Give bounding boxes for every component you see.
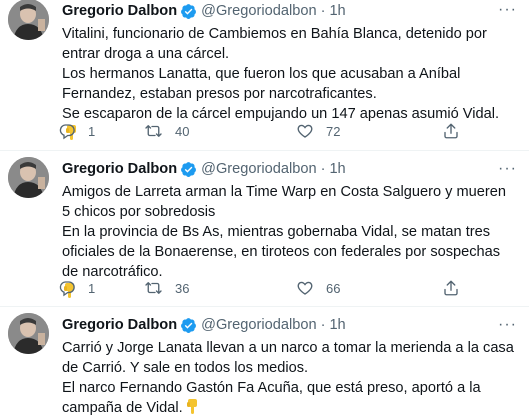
more-options-icon[interactable]: ··· (498, 2, 517, 18)
like-button[interactable]: 66 (296, 279, 442, 297)
share-button[interactable] (442, 279, 462, 297)
author-handle[interactable]: @Gregoriodalbon (201, 1, 316, 21)
author-name[interactable]: Gregorio Dalbon (62, 159, 177, 179)
more-options-icon[interactable]: ··· (498, 161, 517, 177)
author-name[interactable]: Gregorio Dalbon (62, 315, 177, 335)
verified-badge-icon (180, 161, 197, 178)
retweet-count: 40 (175, 123, 190, 139)
heart-icon (297, 281, 313, 295)
share-icon (444, 123, 458, 139)
tweet[interactable]: Gregorio Dalbon @Gregoriodalbon · 1h ···… (0, 307, 529, 420)
tweet[interactable]: Gregorio Dalbon @Gregoriodalbon · 1h ···… (0, 151, 529, 307)
author-handle[interactable]: @Gregoriodalbon (201, 159, 316, 179)
reply-button[interactable]: 1 (58, 279, 144, 297)
verified-badge-icon (180, 317, 197, 334)
retweet-icon (145, 125, 162, 137)
timeline-feed: Gregorio Dalbon @Gregoriodalbon · 1h ···… (0, 0, 529, 420)
retweet-button[interactable]: 40 (144, 122, 296, 140)
timestamp[interactable]: 1h (329, 315, 345, 335)
tweet-line-text: El narco Fernando Gastón Fa Acuña, que e… (62, 380, 481, 416)
verified-badge-icon (180, 3, 197, 20)
author-handle[interactable]: @Gregoriodalbon (201, 315, 316, 335)
share-button[interactable] (442, 122, 462, 140)
tweet-header: Gregorio Dalbon @Gregoriodalbon · 1h (62, 315, 517, 335)
reply-count: 1 (88, 280, 96, 296)
backhand-index-pointing-down-emoji-icon (185, 398, 201, 420)
retweet-count: 36 (175, 280, 190, 296)
tweet-text: Carrió y Jorge Lanata llevan a un narco … (62, 338, 517, 420)
timestamp[interactable]: 1h (329, 1, 345, 21)
tweet-line: Carrió y Jorge Lanata llevan a un narco … (62, 340, 514, 376)
author-name[interactable]: Gregorio Dalbon (62, 1, 177, 21)
tweet-line: En la provincia de Bs As, mientras gober… (62, 224, 501, 280)
avatar[interactable] (8, 313, 49, 354)
retweet-icon (145, 282, 162, 294)
reply-button[interactable]: 1 (58, 122, 144, 140)
tweet-line: Amigos de Larreta arman la Time Warp en … (62, 184, 506, 220)
separator-dot: · (320, 317, 326, 333)
separator-dot: · (320, 3, 326, 19)
more-options-icon[interactable]: ··· (498, 317, 517, 333)
avatar[interactable] (8, 157, 49, 198)
tweet-line: Vitalini, funcionario de Cambiemos en Ba… (62, 26, 487, 62)
tweet-line: Los hermanos Lanatta, que fueron los que… (62, 66, 461, 102)
reply-icon (59, 281, 75, 297)
tweet[interactable]: Gregorio Dalbon @Gregoriodalbon · 1h ···… (0, 0, 529, 151)
tweet-header: Gregorio Dalbon @Gregoriodalbon · 1h (62, 1, 517, 21)
tweet-line-text: Se escaparon de la cárcel empujando un 1… (62, 106, 500, 122)
tweet-actions: 1 36 66 (58, 279, 462, 297)
retweet-button[interactable]: 36 (144, 279, 296, 297)
tweet-actions: 1 40 72 (58, 122, 462, 140)
timestamp[interactable]: 1h (329, 159, 345, 179)
separator-dot: · (320, 161, 326, 177)
tweet-header: Gregorio Dalbon @Gregoriodalbon · 1h (62, 159, 517, 179)
reply-count: 1 (88, 123, 96, 139)
reply-icon (59, 124, 75, 140)
like-count: 72 (326, 123, 341, 139)
like-button[interactable]: 72 (296, 122, 442, 140)
like-count: 66 (326, 280, 341, 296)
heart-icon (297, 124, 313, 138)
avatar[interactable] (8, 0, 49, 40)
share-icon (444, 280, 458, 296)
tweet-line: El narco Fernando Gastón Fa Acuña, que e… (62, 378, 517, 420)
